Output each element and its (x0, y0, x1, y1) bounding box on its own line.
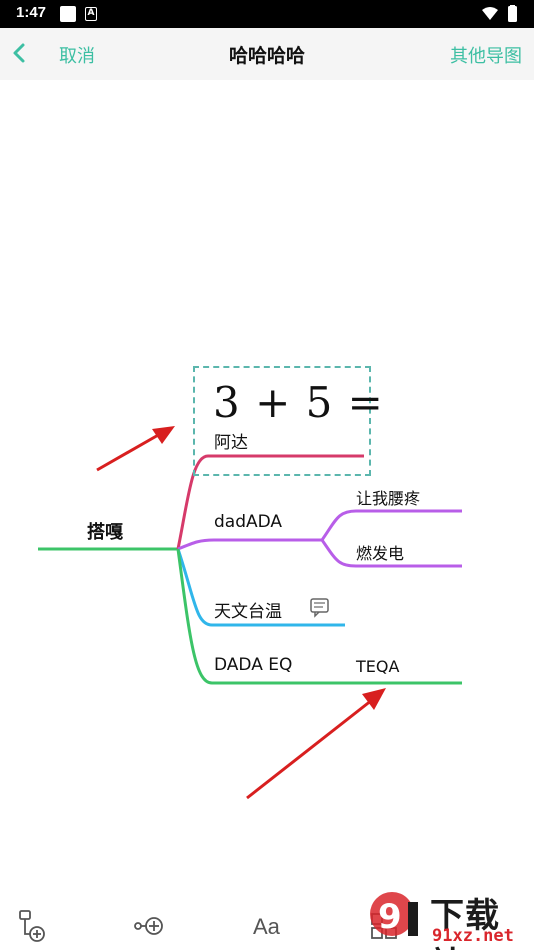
notification-a-icon: A (85, 7, 97, 21)
note-icon (310, 598, 329, 618)
annotation-arrow-2 (246, 688, 386, 800)
status-bar: 1:47 A (0, 0, 534, 28)
wifi-icon (482, 7, 498, 20)
branch-line-2a (320, 509, 462, 541)
battery-icon (508, 6, 517, 22)
root-node[interactable]: 搭嘎 (87, 518, 123, 544)
status-time: 1:47 (16, 4, 47, 21)
notification-square-icon (60, 6, 76, 22)
formula-image: 3 + 5 = (213, 378, 384, 427)
page-title: 哈哈哈哈 (228, 45, 305, 67)
back-button[interactable] (8, 38, 40, 70)
add-sibling-topic-button[interactable] (132, 908, 172, 944)
node-branch-1[interactable]: 阿达 (214, 428, 248, 453)
watermark-logo-icon: 9 (370, 892, 418, 937)
nav-bar: 取消 哈哈哈哈 其他导图 (0, 28, 534, 80)
branch-line-2 (177, 538, 322, 551)
node-branch-4[interactable]: DADA EQ (214, 655, 292, 675)
other-maps-button[interactable]: 其他导图 (450, 42, 522, 68)
watermark: 9 下载站 91xz.net (362, 884, 534, 950)
cancel-button[interactable]: 取消 (59, 42, 95, 68)
annotation-arrow-1 (96, 426, 175, 472)
node-branch-2[interactable]: dadADA (214, 512, 282, 532)
node-branch-2-child-2[interactable]: 燃发电 (356, 540, 404, 564)
add-child-topic-button[interactable] (16, 908, 56, 944)
add-topic-icon (19, 910, 45, 942)
add-node-icon (134, 917, 163, 935)
node-branch-2-child-1[interactable]: 让我腰疼 (356, 485, 420, 509)
svg-text:9: 9 (378, 897, 402, 937)
node-branch-4-child-1[interactable]: TEQA (356, 657, 399, 676)
status-right-icons (480, 5, 520, 27)
chevron-left-icon (13, 43, 25, 63)
font-style-button[interactable]: Aa (253, 914, 280, 940)
node-branch-3[interactable]: 天文台温 (214, 597, 282, 622)
mindmap-canvas[interactable]: 3 + 5 = 搭嘎 阿达 dadADA 让我腰疼 燃发电 天文台温 DADA … (0, 80, 534, 890)
watermark-url: 91xz.net (432, 926, 514, 946)
